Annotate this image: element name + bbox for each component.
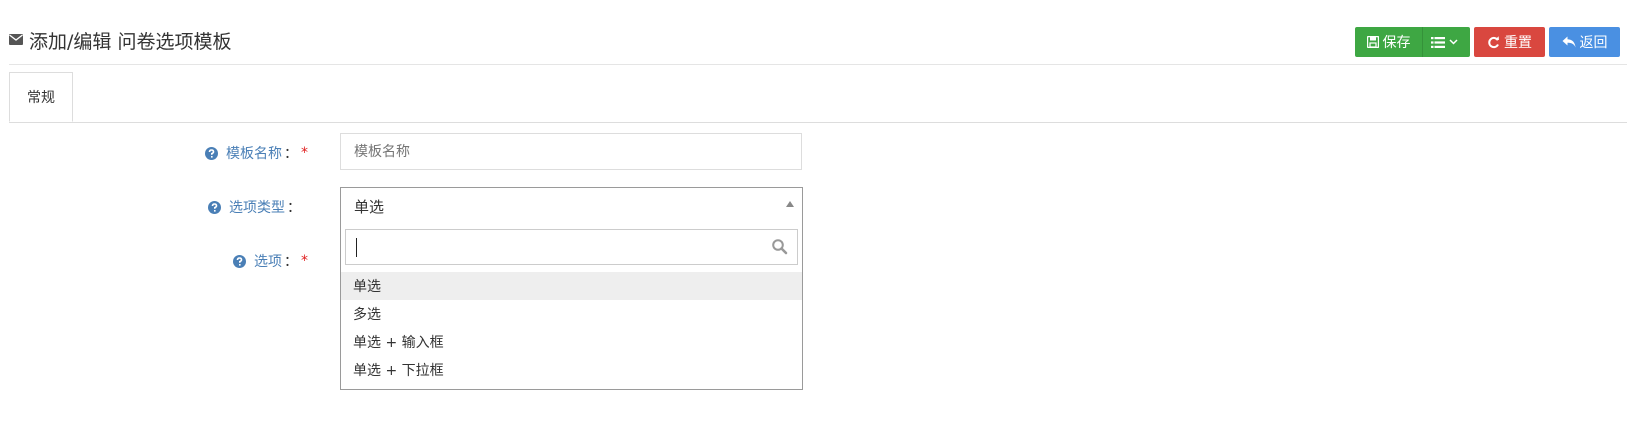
reply-icon — [1562, 36, 1575, 48]
caret-up-icon[interactable] — [786, 201, 794, 207]
save-button-label: 保存 — [1382, 35, 1411, 51]
back-button-label: 返回 — [1579, 35, 1608, 51]
dropdown-search-input[interactable] — [345, 229, 798, 265]
page-header: 添加/编辑 问卷选项模板 保存 重置 返回 — [9, 0, 1627, 65]
required-marker: * — [301, 253, 308, 269]
select-current-value: 单选 — [354, 198, 385, 216]
tab-bar: 常规 — [9, 72, 1627, 123]
question-circle-icon — [205, 146, 218, 160]
text-cursor — [356, 238, 357, 257]
search-icon — [772, 239, 788, 255]
question-circle-icon — [208, 200, 221, 214]
more-menu-button[interactable] — [1422, 27, 1470, 57]
reset-button-label: 重置 — [1504, 35, 1532, 51]
option-type-label: 选项类型： — [208, 197, 301, 217]
list-icon — [1431, 36, 1445, 48]
toolbar: 保存 重置 返回 — [1355, 27, 1620, 57]
envelope-icon — [9, 34, 23, 45]
save-icon — [1366, 36, 1379, 48]
dropdown-options: 单选 多选 单选 + 输入框 单选 + 下拉框 — [341, 272, 802, 384]
refresh-icon — [1488, 35, 1499, 48]
required-marker: * — [301, 145, 308, 161]
chevron-down-icon — [1449, 39, 1458, 45]
question-circle-icon — [233, 254, 246, 268]
page-title: 添加/编辑 问卷选项模板 — [29, 31, 232, 53]
back-button[interactable]: 返回 — [1549, 27, 1620, 57]
option-type-select[interactable]: 单选 单选 多选 单选 + 输入框 单选 + 下拉框 — [340, 187, 803, 390]
template-name-label: 模板名称： * — [205, 143, 308, 163]
dropdown-option[interactable]: 单选 — [341, 272, 802, 300]
template-name-input[interactable] — [340, 133, 802, 170]
dropdown-option[interactable]: 多选 — [341, 300, 802, 328]
save-button[interactable]: 保存 — [1355, 27, 1422, 57]
dropdown-option[interactable]: 单选 + 输入框 — [341, 328, 802, 356]
dropdown-option[interactable]: 单选 + 下拉框 — [341, 356, 802, 384]
options-label: 选项： * — [233, 251, 308, 271]
reset-button[interactable]: 重置 — [1474, 27, 1545, 57]
tab-general[interactable]: 常规 — [9, 72, 73, 122]
